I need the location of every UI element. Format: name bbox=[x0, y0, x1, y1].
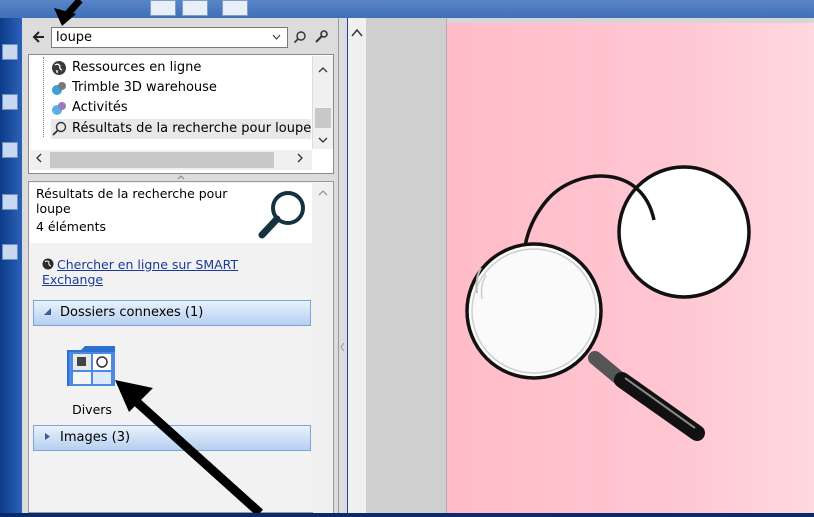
gallery-tab-icon[interactable] bbox=[2, 94, 18, 110]
scroll-up-icon[interactable] bbox=[316, 187, 330, 201]
addons-tab-icon[interactable] bbox=[2, 244, 18, 260]
tree-item-search-results[interactable]: Résultats de la recherche pour loupe bbox=[51, 119, 312, 139]
scroll-right-icon[interactable] bbox=[293, 153, 307, 167]
results-vertical-scrollbar[interactable] bbox=[313, 183, 333, 513]
tree-horizontal-scrollbar[interactable] bbox=[30, 150, 312, 170]
scroll-down-icon[interactable] bbox=[316, 134, 330, 148]
side-tab-strip bbox=[0, 18, 22, 513]
tree-connector-line bbox=[43, 57, 44, 137]
results-count: 4 éléments bbox=[36, 219, 106, 234]
collapsed-triangle-icon[interactable] bbox=[34, 427, 60, 451]
scroll-left-icon[interactable] bbox=[32, 153, 46, 167]
magnifier-icon bbox=[254, 187, 310, 243]
globe-icon bbox=[42, 258, 54, 270]
toolbar-add-page-button[interactable] bbox=[150, 0, 176, 16]
attachments-tab-icon[interactable] bbox=[2, 142, 18, 158]
tree-item-label: Résultats de la recherche pour loupe bbox=[72, 121, 312, 136]
page-sorter-tab-icon[interactable] bbox=[2, 44, 18, 60]
toolbar-delete-page-button[interactable] bbox=[182, 0, 208, 16]
tree-item-label: Trimble 3D warehouse bbox=[72, 80, 217, 95]
tree-item-label: Ressources en ligne bbox=[72, 60, 202, 75]
search-icon[interactable] bbox=[293, 30, 307, 44]
tree-item-activities[interactable]: Activités bbox=[51, 98, 128, 118]
trimble-icon bbox=[51, 80, 67, 96]
tree-scroll-thumb[interactable] bbox=[315, 108, 331, 128]
search-icon bbox=[51, 121, 67, 137]
whiteboard-canvas-area[interactable] bbox=[347, 18, 814, 513]
scroll-up-icon[interactable] bbox=[316, 64, 330, 78]
tree-hscroll-thumb[interactable] bbox=[50, 152, 274, 168]
results-header: Résultats de la recherche pour loupe 4 é… bbox=[30, 183, 312, 243]
group-label: Dossiers connexes (1) bbox=[60, 305, 204, 320]
expanded-triangle-icon[interactable] bbox=[34, 302, 60, 326]
wrench-icon[interactable] bbox=[314, 30, 328, 44]
tree-item-label: Activités bbox=[72, 100, 128, 115]
toolbar-screen-button[interactable] bbox=[222, 0, 248, 16]
annotation-arrow-icon bbox=[54, 0, 83, 26]
tree-item-trimble[interactable]: Trimble 3D warehouse bbox=[51, 78, 217, 98]
tree-item-online-resources[interactable]: Ressources en ligne bbox=[51, 58, 201, 78]
gallery-tree: Ressources en ligne Trimble 3D warehouse… bbox=[28, 54, 334, 174]
top-toolbar bbox=[0, 0, 814, 19]
smart-exchange-link[interactable]: Chercher en ligne sur SMART Exchange bbox=[42, 257, 282, 287]
magnifier-drawing[interactable] bbox=[447, 23, 814, 513]
canvas-vertical-scrollbar[interactable] bbox=[348, 18, 366, 513]
tree-vertical-scrollbar[interactable] bbox=[312, 56, 333, 149]
activities-icon bbox=[51, 100, 67, 116]
whiteboard-page[interactable] bbox=[447, 23, 814, 513]
annotation-arrow-icon bbox=[115, 380, 264, 513]
group-related-folders[interactable]: Dossiers connexes (1) bbox=[33, 300, 311, 326]
chevron-down-icon[interactable] bbox=[272, 33, 281, 41]
globe-icon bbox=[51, 60, 67, 76]
smart-exchange-link-text[interactable]: Chercher en ligne sur SMART Exchange bbox=[42, 257, 238, 287]
results-title: Résultats de la recherche pour loupe bbox=[36, 186, 228, 216]
canvas-margin bbox=[366, 18, 447, 513]
vertical-splitter[interactable] bbox=[339, 18, 347, 513]
properties-tab-icon[interactable] bbox=[2, 194, 18, 210]
